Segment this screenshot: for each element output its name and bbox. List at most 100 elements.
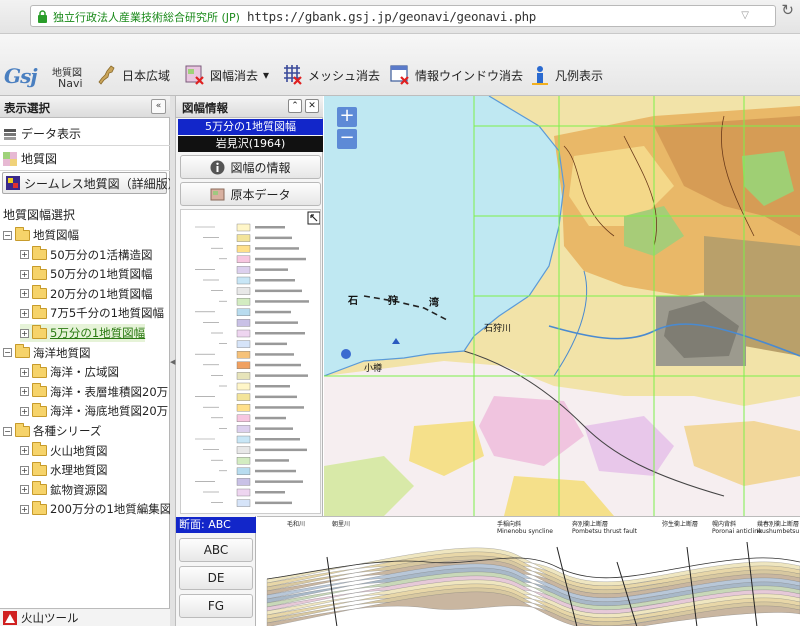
volcano-icon (3, 610, 17, 625)
info-panel-title: 図幅情報 (182, 101, 228, 115)
tree-item[interactable]: +50万分の1活構造図 (20, 246, 152, 264)
sidebar-item-data-display[interactable]: データ表示 (0, 122, 170, 146)
mesh-clear-label: メッシュ消去 (308, 68, 381, 83)
legend-text-line (255, 310, 291, 314)
address-field[interactable]: 独立行政法人産業技術総合研究所 (JP) https://gbank.gsj.j… (30, 5, 776, 27)
expand-icon[interactable]: + (20, 367, 29, 377)
sheet-name-bar: 岩見沢(1964) (178, 136, 323, 152)
sheet-type-bar: 5万分の1地質図幅 (178, 119, 323, 135)
expand-icon[interactable]: + (20, 465, 29, 475)
folder-icon (32, 363, 47, 378)
folder-icon (15, 422, 30, 437)
legend-text-line (255, 480, 303, 483)
chevron-down-icon[interactable]: ▾ (263, 68, 269, 82)
seamless-map-select[interactable]: シームレス地質図（詳細版） ▼ (2, 172, 193, 194)
folder-icon (32, 324, 47, 339)
legend-text-line (255, 321, 298, 324)
legend-swatch (236, 234, 251, 242)
folder-icon (32, 304, 47, 319)
collapse-icon[interactable]: − (3, 230, 12, 240)
tree-label: 海洋・広域図 (50, 365, 119, 380)
legend-swatch (236, 319, 251, 327)
url-text[interactable]: https://gbank.gsj.jp/geonavi/geonavi.php (247, 9, 536, 24)
tree-item[interactable]: + 海洋・表層堆積図20万 (20, 383, 168, 401)
window-clear-icon (390, 65, 409, 85)
original-data-button[interactable]: 原本データ (180, 182, 321, 206)
expand-icon[interactable]: + (20, 269, 29, 279)
section-annotation-title: 弥生衝上断層 (662, 521, 699, 528)
map-label-kari: 狩 (388, 296, 398, 307)
legend-text-line (255, 332, 305, 335)
section-annotation-title: 幌内背斜 (712, 521, 737, 528)
reload-icon[interactable]: ↻ (781, 1, 794, 19)
collapse-icon[interactable]: − (3, 348, 12, 358)
section-annotation-title: 朝里川 (332, 521, 351, 528)
certificate-owner: 独立行政法人産業技術総合研究所 (JP) (53, 11, 240, 24)
collapse-icon[interactable]: − (3, 426, 12, 436)
info-window-clear-button[interactable]: 情報ウインドウ消去 (390, 62, 523, 88)
zoom-out-button[interactable]: − (337, 129, 357, 149)
expand-icon[interactable]: + (20, 250, 29, 260)
legend-text-line (255, 385, 290, 388)
section-annotation: 幌内背斜 Poronai anticline (712, 521, 762, 535)
zoom-in-button[interactable]: + (337, 107, 357, 127)
expand-icon[interactable]: + (20, 328, 29, 338)
tree-item[interactable]: +50万分の1地質図幅 (20, 265, 152, 283)
sheet-clear-icon (185, 65, 204, 85)
section-tab-de[interactable]: DE (179, 566, 253, 590)
section-tab-fg[interactable]: FG (179, 594, 253, 618)
folder-icon (32, 481, 47, 496)
tree-label: 海洋・海底地質図20万 (50, 404, 169, 419)
expand-icon[interactable]: + (20, 446, 29, 456)
section-annotation: 奔別衝上断層 Pombetsu thrust fault (572, 521, 637, 535)
tree-item[interactable]: +200万分の1地質編集図 (20, 500, 171, 518)
legend-show-button[interactable]: 凡例表示 (530, 62, 603, 88)
tree-group[interactable]: − 各種シリーズ (3, 422, 101, 440)
section-label: 断面: ABC (176, 517, 256, 533)
splitter-arrow-icon[interactable]: ◀ (170, 358, 175, 366)
expand-icon[interactable]: + (20, 406, 29, 416)
japan-wide-button[interactable]: 日本広域 (97, 62, 170, 88)
section-tab-abc[interactable]: ABC (179, 538, 253, 562)
legend-swatch (236, 350, 251, 359)
legend-swatch (236, 276, 251, 285)
section-annotation-sub: Pombetsu thrust fault (572, 528, 638, 535)
volcano-tools-bar[interactable]: 火山ツール (0, 608, 170, 626)
section-annotation-title: 手稲向斜 (497, 521, 522, 528)
collapse-up-icon[interactable]: ⌃ (288, 99, 302, 113)
sheet-info-button[interactable]: 図幅の情報 (180, 155, 321, 179)
expand-icon[interactable]: + (20, 387, 29, 397)
close-icon[interactable]: ✕ (305, 99, 319, 113)
tree-item[interactable]: + 海洋・海底地質図20万 (20, 402, 168, 420)
sheet-clear-button[interactable]: 図幅消去 ▾ (185, 62, 269, 88)
tree-item[interactable]: +5万分の1地質図幅 (20, 324, 146, 342)
tree-label: 水理地質図 (50, 463, 108, 478)
lock-icon (38, 10, 47, 23)
section-annotation-sub: Poronai anticline (712, 528, 762, 535)
geology-map-view[interactable]: 石 狩 湾 石狩川 小樽 (324, 96, 800, 516)
expand-icon[interactable]: + (20, 485, 29, 495)
legend-text-line (255, 268, 288, 271)
japan-map-icon (98, 65, 115, 85)
tree-item[interactable]: + 水理地質図 (20, 461, 108, 479)
tree-item[interactable]: + 火山地質図 (20, 442, 108, 460)
tree-item[interactable]: +7万5千分の1地質図幅 (20, 304, 164, 322)
tree-item[interactable]: +20万分の1地質図幅 (20, 285, 152, 303)
url-dropdown-icon[interactable]: ▽ (741, 10, 749, 21)
folder-icon (32, 461, 47, 476)
section-annotation: 朝里川 (332, 521, 350, 528)
legend-swatch (236, 340, 251, 348)
app-toolbar: Gsj 地質図 Navi 日本広域 図幅消去 ▾ メッシュ消去 情報ウインドウ消… (0, 34, 800, 96)
tree-item[interactable]: + 鉱物資源図 (20, 481, 108, 499)
tree-group[interactable]: − 海洋地質図 (3, 344, 91, 362)
expand-icon[interactable]: + (20, 308, 29, 318)
collapse-sidebar-button[interactable]: « (151, 99, 166, 114)
expand-icon[interactable]: + (20, 504, 29, 514)
sidebar-header: 表示選択 « (0, 96, 170, 118)
tree-group[interactable]: − 地質図幅 (3, 226, 79, 244)
section-annotation-title: 幾春別衝上断層 (757, 521, 800, 528)
tree-item[interactable]: + 海洋・広域図 (20, 363, 119, 381)
mesh-clear-button[interactable]: メッシュ消去 (283, 62, 380, 88)
expand-icon[interactable]: + (20, 289, 29, 299)
sidebar-item-geology-map[interactable]: 地質図 (0, 147, 170, 171)
